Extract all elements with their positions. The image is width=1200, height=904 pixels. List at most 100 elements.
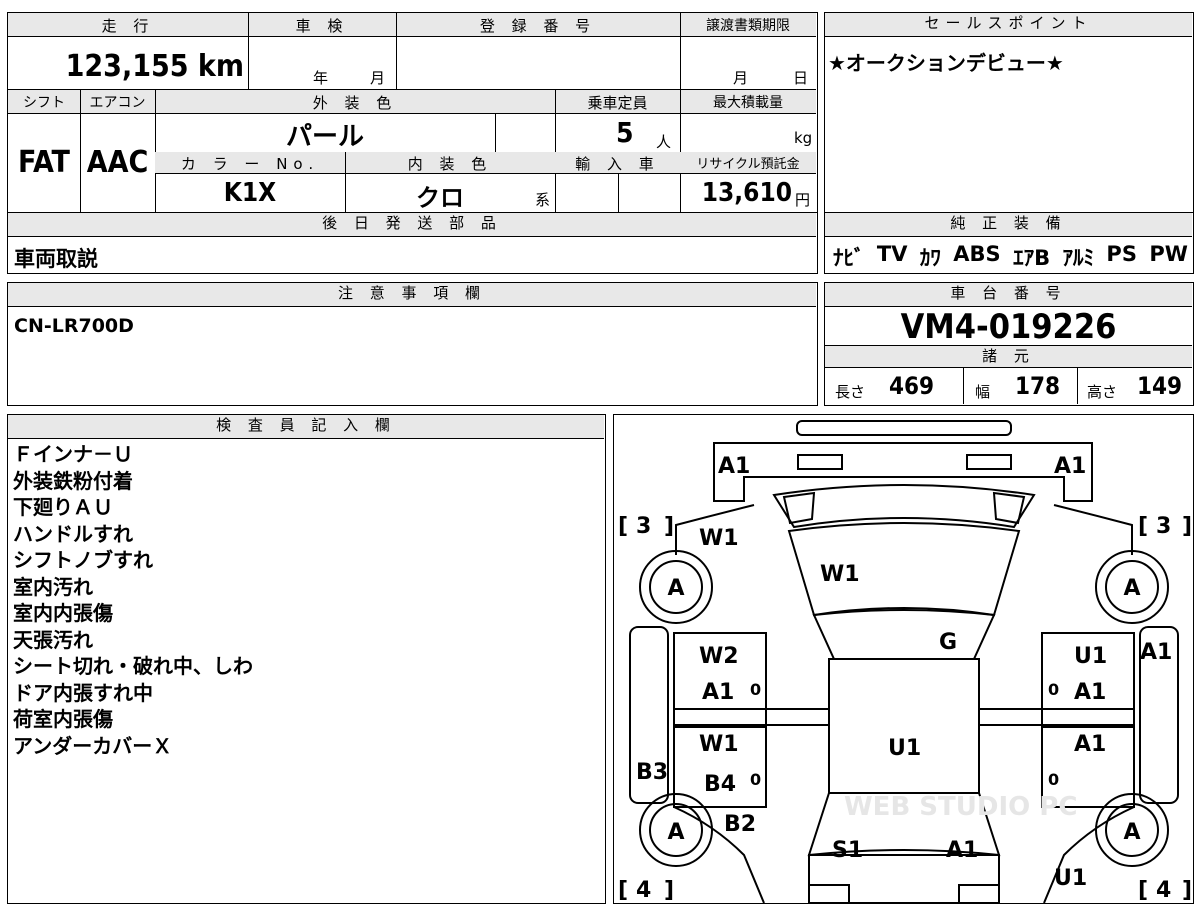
color-no-label: カ ラ ー No. xyxy=(180,155,320,173)
damage-mark: B2 xyxy=(724,812,756,837)
tire-bracket-front-right-close: ] xyxy=(1182,514,1192,539)
vehicle-info-table: 走 行 車 検 登 録 番 号 譲渡書類期限 123,155 km 年 月 月 … xyxy=(7,12,818,214)
inspector-line: アンダーカバーＸ xyxy=(13,733,173,758)
inspector-lines: Ｆインナ－Ｕ 外装鉄粉付着 下廻りＡＵ ハンドルすれ シフトノブすれ 室内汚れ … xyxy=(13,441,253,759)
damage-mark: A1 xyxy=(1074,732,1106,757)
equipment-item-alloy: ｱﾙﾐ xyxy=(1062,246,1095,270)
inspector-line: 外装鉄粉付着 xyxy=(13,468,133,493)
wheel-mark-front-right: A xyxy=(1123,576,1140,601)
headlight-left xyxy=(797,454,843,470)
damage-mark: S1 xyxy=(832,838,863,863)
damage-mark: A1 xyxy=(946,838,978,863)
chassis-label: 車 台 番 号 xyxy=(825,283,1192,307)
roof xyxy=(828,658,980,794)
maxload-unit: kg xyxy=(794,129,813,147)
height-label: 高さ xyxy=(1087,383,1118,401)
inspector-line: 下廻りＡＵ xyxy=(13,495,113,519)
import-label: 輸 入 車 xyxy=(575,155,660,173)
notes-box: 注 意 事 項 欄 CN-LR700D xyxy=(7,282,818,406)
tire-front-right: 3 xyxy=(1156,514,1171,539)
tire-front-left: 3 xyxy=(636,514,651,539)
length-label: 長さ xyxy=(835,383,866,401)
shift-label: シフト xyxy=(23,95,65,111)
exterior-value: パール xyxy=(285,122,364,152)
tire-bracket-rear-left-close: ] xyxy=(664,878,674,903)
damage-mark: B3 xyxy=(636,760,668,785)
registration-label: 登 録 番 号 xyxy=(479,17,597,35)
damage-mark: W2 xyxy=(699,644,739,669)
wheel-mark-front-left: A xyxy=(667,576,684,601)
width-value: 178 xyxy=(1015,372,1061,400)
interior-suffix: 系 xyxy=(535,191,551,209)
inspector-label: 検 査 員 記 入 欄 xyxy=(8,415,604,439)
wheel-mark-rear-right: A xyxy=(1123,820,1140,845)
inspector-line: Ｆインナ－Ｕ xyxy=(13,442,133,466)
damage-mark: W1 xyxy=(820,562,860,587)
watermark: WEB STUDIO PC xyxy=(844,792,1077,822)
tire-bracket-front-right: [ xyxy=(1138,514,1148,539)
tire-rear-right: 4 xyxy=(1156,878,1171,903)
later-parts-label: 後 日 発 送 部 品 xyxy=(8,213,816,237)
damage-mark: A1 xyxy=(1074,680,1106,705)
shaken-month-unit: 月 xyxy=(370,69,386,87)
zero-marker: 0 xyxy=(1048,770,1059,789)
tire-bracket-rear-right-close: ] xyxy=(1182,878,1192,903)
damage-mark: U1 xyxy=(1054,866,1087,891)
shift-value: FAT xyxy=(18,145,70,180)
damage-mark: A1 xyxy=(718,454,750,479)
inspector-line: ドア内張すれ中 xyxy=(13,680,153,705)
tire-bracket-rear-left: [ xyxy=(618,878,628,903)
deadline-day-unit: 日 xyxy=(793,69,809,87)
inspector-line: 天張汚れ xyxy=(13,627,93,652)
interior-label: 内 装 色 xyxy=(407,155,493,173)
taillight-right xyxy=(958,884,1000,903)
damage-mark: W1 xyxy=(699,526,739,551)
sales-point-text: ★オークションデビュー★ xyxy=(828,51,1064,75)
width-label: 幅 xyxy=(975,383,991,401)
recycle-unit: 円 xyxy=(795,191,811,209)
tire-bracket-front-left: [ xyxy=(618,514,628,539)
inspector-box: 検 査 員 記 入 欄 Ｆインナ－Ｕ 外装鉄粉付着 下廻りＡＵ ハンドルすれ シ… xyxy=(7,414,606,904)
color-no-value: K1X xyxy=(223,178,277,208)
front-right-fender xyxy=(1053,504,1133,555)
equipment-item-leather: ｶﾜ xyxy=(919,246,941,270)
car-diagram-box: [ 3 ] [ 3 ] [ 4 ] [ 4 ] A A A A A1 A1 W1… xyxy=(613,414,1194,904)
equipment-box: 純 正 装 備 ﾅﾋﾞ TV ｶﾜ ABS ｴｱB ｱﾙﾐ PS PW xyxy=(824,212,1194,274)
damage-mark: A1 xyxy=(1140,640,1172,665)
equipment-item-abs: ABS xyxy=(953,242,1001,266)
mileage-label: 走 行 xyxy=(101,17,155,35)
chassis-box: 車 台 番 号 VM4-019226 諸 元 長さ 469 幅 178 高さ 1… xyxy=(824,282,1194,406)
deadline-label: 譲渡書類期限 xyxy=(706,18,790,34)
fog-left xyxy=(782,491,816,525)
inspector-line: 室内汚れ xyxy=(13,574,93,599)
exterior-label: 外 装 色 xyxy=(312,94,398,112)
later-parts-box: 後 日 発 送 部 品 車両取説 xyxy=(7,212,818,274)
zero-marker: 0 xyxy=(750,770,761,789)
damage-mark: A1 xyxy=(1054,454,1086,479)
tire-bracket-front-left-close: ] xyxy=(664,514,674,539)
inspector-line: ハンドルすれ xyxy=(13,521,133,546)
notes-text: CN-LR700D xyxy=(14,315,134,337)
inspector-line: 荷室内張傷 xyxy=(13,707,113,731)
damage-mark: A1 xyxy=(702,680,734,705)
car-diagram: [ 3 ] [ 3 ] [ 4 ] [ 4 ] A A A A A1 A1 W1… xyxy=(618,420,1192,903)
front-bumper-top xyxy=(796,420,1012,436)
notes-label: 注 意 事 項 欄 xyxy=(8,283,816,307)
inspector-line: シフトノブすれ xyxy=(13,548,153,572)
later-parts-value: 車両取説 xyxy=(14,247,98,271)
shaken-label: 車 検 xyxy=(295,17,349,35)
zero-marker: 0 xyxy=(1048,680,1059,699)
equipment-item-navi: ﾅﾋﾞ xyxy=(833,246,865,270)
wheel-mark-rear-left: A xyxy=(667,820,684,845)
tire-rear-left: 4 xyxy=(636,878,651,903)
zero-marker: 0 xyxy=(750,680,761,699)
equipment-item-airbag: ｴｱB xyxy=(1013,246,1051,270)
capacity-value: 5 xyxy=(616,116,634,149)
shaken-year-unit: 年 xyxy=(313,69,329,87)
front-bumper xyxy=(713,442,1093,502)
headlight-right xyxy=(966,454,1012,470)
inspector-line: 室内内張傷 xyxy=(13,601,113,625)
recycle-value: 13,610 xyxy=(701,178,792,208)
deadline-month-unit: 月 xyxy=(733,69,749,87)
recycle-label: リサイクル預託金 xyxy=(696,157,800,172)
